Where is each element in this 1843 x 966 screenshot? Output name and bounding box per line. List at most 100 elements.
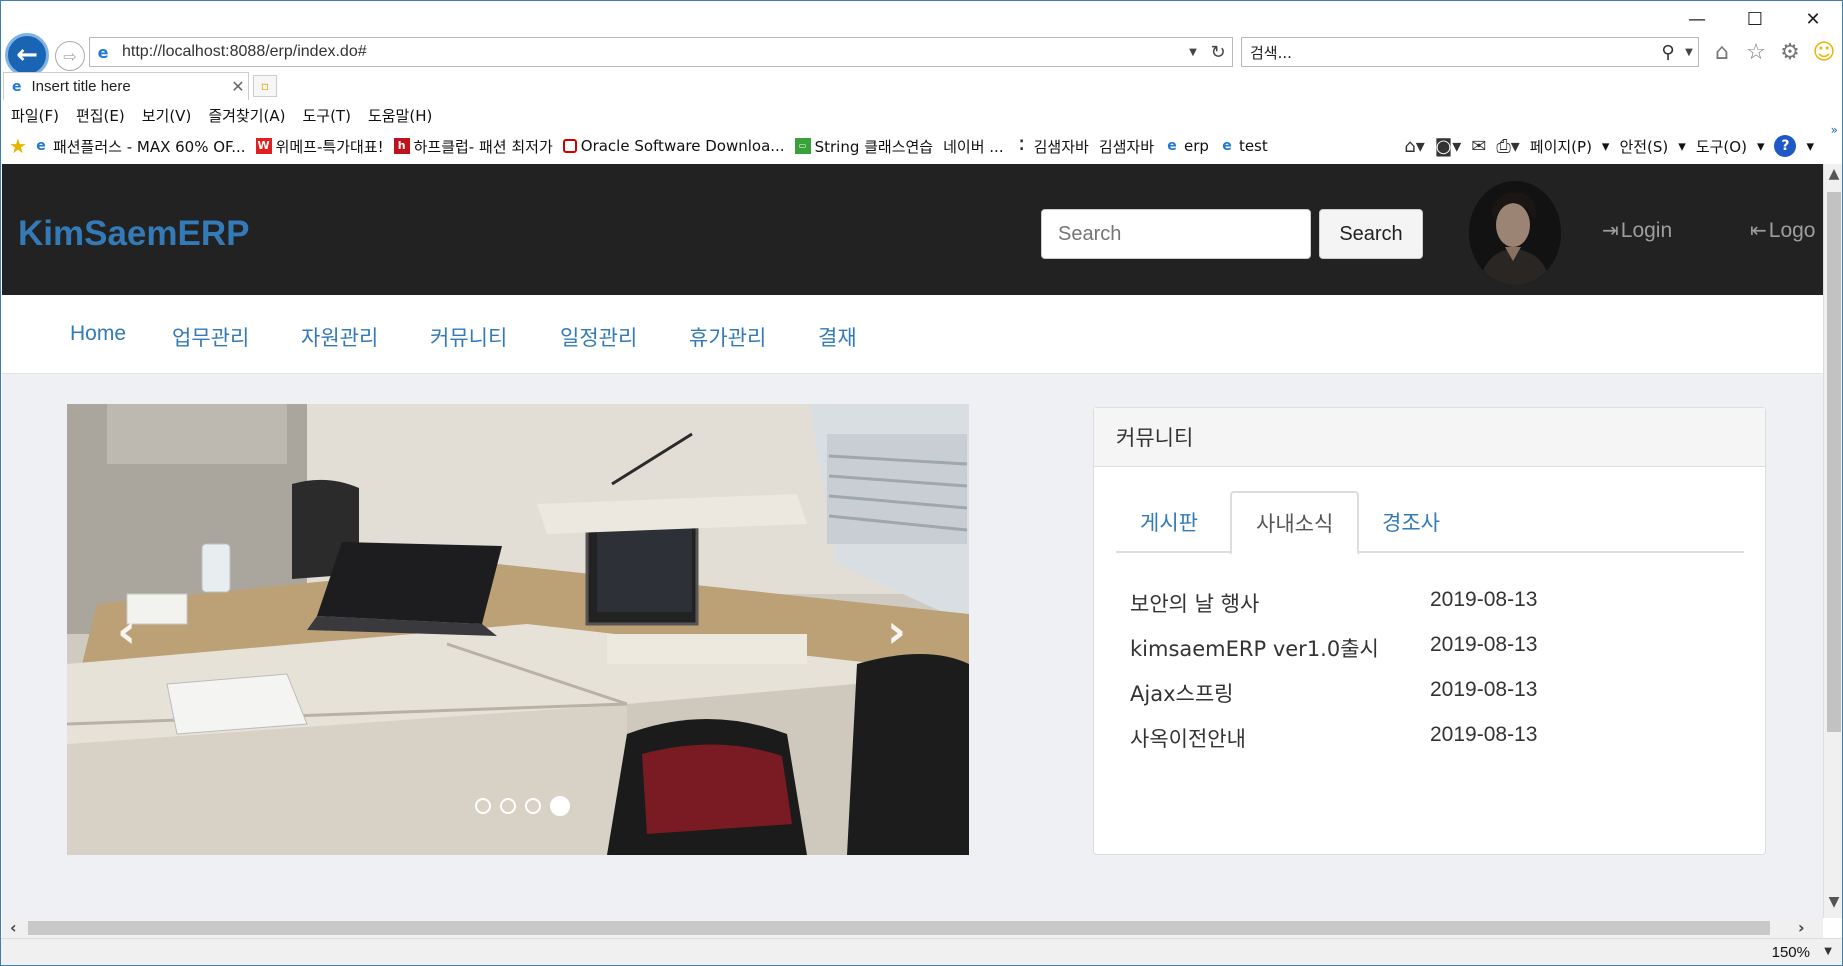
news-title[interactable]: kimsaemERP ver1.0출시 bbox=[1130, 633, 1379, 663]
chevron-more-icon[interactable]: » bbox=[1831, 123, 1838, 137]
chevron-down-icon[interactable]: ▾ bbox=[1602, 137, 1610, 155]
carousel-prev-button[interactable]: ‹ bbox=[117, 604, 136, 658]
vertical-scrollbar[interactable]: ▲ ▼ bbox=[1823, 164, 1842, 918]
command-tools[interactable]: 도구(O) bbox=[1696, 136, 1747, 157]
nav-vacation[interactable]: 휴가관리 bbox=[689, 322, 766, 352]
carousel-indicator[interactable] bbox=[500, 798, 516, 814]
rss-icon[interactable]: ◙▾ bbox=[1435, 136, 1462, 157]
mail-icon[interactable]: ✉ bbox=[1471, 136, 1486, 157]
star-icon[interactable]: ☆ bbox=[1743, 39, 1769, 65]
favorite-label: 패션플러스 - MAX 60% OF... bbox=[52, 137, 246, 156]
carousel-indicator[interactable] bbox=[525, 798, 541, 814]
favorite-item[interactable]: h 하프클럽- 패션 최저가 bbox=[393, 136, 553, 157]
carousel-next-button[interactable]: › bbox=[887, 604, 906, 658]
favorite-label: String 클래스연습 bbox=[814, 137, 934, 156]
main-menu: Home 업무관리 자원관리 커뮤니티 일정관리 휴가관리 결재 bbox=[2, 295, 1824, 374]
tab-events[interactable]: 경조사 bbox=[1358, 491, 1464, 553]
nav-work[interactable]: 업무관리 bbox=[172, 322, 249, 352]
list-item[interactable]: 사옥이전안내 2019-08-13 bbox=[1130, 723, 1730, 768]
avatar[interactable] bbox=[1469, 181, 1561, 285]
browser-tab[interactable]: e Insert title here ✕ bbox=[3, 72, 249, 100]
nav-home[interactable]: Home bbox=[70, 322, 126, 346]
chevron-down-icon[interactable]: ▼ bbox=[1680, 47, 1698, 58]
favorite-item[interactable]: Oracle Software Downloa... bbox=[562, 137, 785, 155]
url-text[interactable]: http://localhost:8088/erp/index.do# bbox=[122, 43, 1182, 61]
arrow-left-icon: ← bbox=[16, 40, 38, 70]
menu-view[interactable]: 보기(V) bbox=[142, 105, 192, 126]
chevron-down-icon[interactable]: ▼ bbox=[1182, 47, 1204, 58]
nav-resource[interactable]: 자원관리 bbox=[301, 322, 378, 352]
list-item[interactable]: 보안의 날 행사 2019-08-13 bbox=[1130, 588, 1730, 633]
favorite-item[interactable]: e 패션플러스 - MAX 60% OF... bbox=[33, 136, 246, 157]
menu-help[interactable]: 도움말(H) bbox=[368, 105, 432, 126]
news-title[interactable]: 사옥이전안내 bbox=[1130, 723, 1246, 753]
menu-bar: 파일(F) 편집(E) 보기(V) 즐겨찾기(A) 도구(T) 도움말(H) bbox=[1, 101, 1842, 129]
nav-community[interactable]: 커뮤니티 bbox=[430, 322, 507, 352]
list-item[interactable]: kimsaemERP ver1.0출시 2019-08-13 bbox=[1130, 633, 1730, 678]
news-title[interactable]: Ajax스프링 bbox=[1130, 678, 1233, 708]
print-icon[interactable]: ⎙▾ bbox=[1496, 136, 1519, 157]
new-tab-button[interactable]: ▫ bbox=[253, 75, 277, 97]
favorite-item[interactable]: ⁚ 김샘자바 bbox=[1014, 136, 1089, 157]
scroll-right-icon[interactable]: › bbox=[1798, 918, 1805, 937]
favorite-label: 김샘자바 bbox=[1098, 137, 1155, 156]
favorite-item[interactable]: W 위메프-특가대표! bbox=[255, 136, 384, 157]
logout-label: Logo bbox=[1768, 218, 1816, 242]
zoom-level[interactable]: 150% bbox=[1772, 944, 1810, 961]
logout-link[interactable]: ⇤ Logo bbox=[1750, 218, 1815, 243]
carousel-indicator[interactable] bbox=[550, 796, 570, 816]
news-title[interactable]: 보안의 날 행사 bbox=[1130, 588, 1259, 618]
chevron-down-icon[interactable]: ▾ bbox=[1678, 137, 1686, 155]
tab-company-news[interactable]: 사내소식 bbox=[1230, 491, 1360, 555]
menu-file[interactable]: 파일(F) bbox=[11, 105, 59, 126]
favorites-star-icon[interactable]: ★ bbox=[9, 134, 27, 158]
scroll-up-icon[interactable]: ▲ bbox=[1824, 166, 1842, 182]
menu-favorites[interactable]: 즐겨찾기(A) bbox=[208, 105, 285, 126]
favorite-item[interactable]: ▭ String 클래스연습 bbox=[794, 136, 934, 157]
favorite-label: erp bbox=[1184, 137, 1209, 155]
home-icon[interactable]: ⌂▾ bbox=[1404, 136, 1424, 157]
browser-window: — ☐ ✕ ← ⇨ e http://localhost:8088/erp/in… bbox=[0, 0, 1843, 966]
menu-edit[interactable]: 편집(E) bbox=[76, 105, 125, 126]
list-item[interactable]: Ajax스프링 2019-08-13 bbox=[1130, 678, 1730, 723]
brand-logo[interactable]: KimSaemERP bbox=[18, 214, 249, 254]
search-input[interactable] bbox=[1041, 209, 1311, 259]
address-bar[interactable]: e http://localhost:8088/erp/index.do# ▼ … bbox=[89, 37, 1233, 67]
chevron-down-icon[interactable]: ▼ bbox=[1824, 946, 1832, 957]
help-icon[interactable]: ? bbox=[1774, 135, 1797, 157]
close-tab-icon[interactable]: ✕ bbox=[228, 77, 248, 96]
chevron-down-icon[interactable]: ▾ bbox=[1806, 137, 1814, 155]
favorite-label: test bbox=[1238, 137, 1268, 155]
favorite-label: 김샘자바 bbox=[1033, 137, 1089, 156]
gear-icon[interactable]: ⚙ bbox=[1777, 39, 1803, 65]
command-page[interactable]: 페이지(P) bbox=[1530, 136, 1592, 157]
ie-icon: e bbox=[1222, 138, 1232, 154]
nav-approval[interactable]: 결재 bbox=[818, 322, 857, 352]
login-link[interactable]: ⇥ Login bbox=[1602, 218, 1672, 243]
command-safety[interactable]: 안전(S) bbox=[1619, 136, 1668, 157]
community-tabs: 게시판 사내소식 경조사 bbox=[1116, 491, 1744, 555]
horizontal-scrollbar[interactable]: ‹ › bbox=[2, 918, 1823, 938]
scroll-down-icon[interactable]: ▼ bbox=[1824, 894, 1842, 910]
browser-search-placeholder[interactable]: 검색... bbox=[1250, 42, 1656, 63]
carousel-indicator[interactable] bbox=[475, 798, 491, 814]
search-button[interactable]: Search bbox=[1319, 209, 1423, 259]
favorite-item[interactable]: e erp bbox=[1164, 137, 1209, 155]
refresh-icon[interactable]: ↻ bbox=[1204, 42, 1232, 63]
favorite-item[interactable]: e test bbox=[1219, 137, 1268, 155]
favorite-label: 하프클럽- 패션 최저가 bbox=[413, 137, 553, 156]
favorite-item[interactable]: 네이버 ... bbox=[943, 136, 1003, 157]
menu-tools[interactable]: 도구(T) bbox=[302, 105, 350, 126]
tab-board[interactable]: 게시판 bbox=[1116, 491, 1222, 553]
smiley-feedback-icon[interactable]: ☺ bbox=[1811, 39, 1837, 65]
nav-schedule[interactable]: 일정관리 bbox=[560, 322, 637, 352]
scroll-thumb[interactable] bbox=[28, 921, 1770, 935]
scroll-thumb[interactable] bbox=[1827, 192, 1841, 732]
scroll-left-icon[interactable]: ‹ bbox=[10, 918, 17, 937]
favorite-item[interactable]: 김샘자바 bbox=[1099, 136, 1154, 157]
browser-search-box[interactable]: 검색... ⚲ ▼ bbox=[1241, 37, 1699, 67]
chevron-down-icon[interactable]: ▾ bbox=[1757, 137, 1765, 155]
search-icon[interactable]: ⚲ bbox=[1656, 42, 1680, 63]
home-icon[interactable]: ⌂ bbox=[1709, 39, 1735, 65]
forward-button[interactable]: ⇨ bbox=[55, 41, 85, 71]
